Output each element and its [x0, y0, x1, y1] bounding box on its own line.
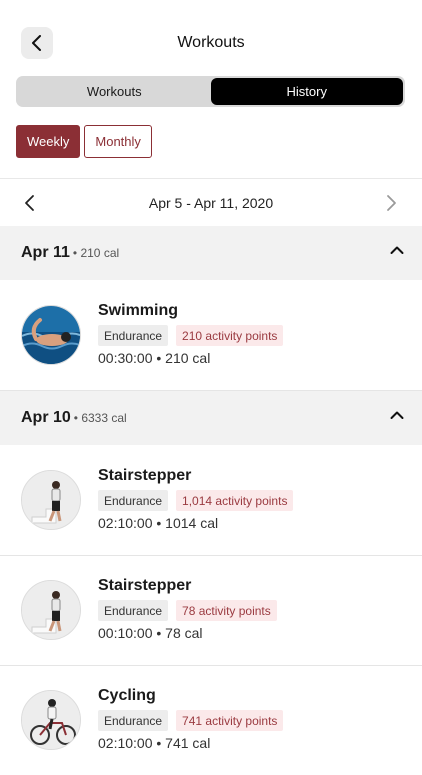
workout-row[interactable]: Stairstepper Endurance 78 activity point… — [0, 555, 422, 666]
next-week-icon[interactable] — [385, 193, 397, 213]
chevron-up-icon[interactable] — [390, 410, 404, 420]
category-badge: Endurance — [98, 490, 169, 511]
weekly-button[interactable]: Weekly — [16, 125, 81, 158]
stairstepper-icon — [21, 470, 81, 530]
category-badge: Endurance — [98, 710, 169, 731]
tab-workouts[interactable]: Workouts — [18, 78, 211, 105]
swimming-icon — [21, 305, 81, 365]
day-calories: • 6333 cal — [73, 411, 127, 425]
workout-stats: 00:30:00 • 210 cal — [98, 350, 211, 366]
day-header[interactable]: Apr 11 • 210 cal — [0, 226, 422, 280]
day-calories: • 210 cal — [72, 246, 120, 260]
day-date: Apr 10 — [21, 409, 71, 426]
segmented-control: Workouts History — [16, 76, 405, 107]
category-badge: Endurance — [98, 325, 169, 346]
day-date: Apr 11 — [21, 244, 70, 261]
header: Workouts — [0, 0, 422, 86]
chevron-up-icon[interactable] — [390, 245, 404, 255]
page-title: Workouts — [177, 34, 245, 51]
tab-history[interactable]: History — [210, 78, 403, 105]
workout-name: Stairstepper — [98, 467, 192, 484]
day-header[interactable]: Apr 10 • 6333 cal — [0, 391, 422, 445]
category-badge: Endurance — [98, 600, 169, 621]
monthly-button[interactable]: Monthly — [84, 125, 152, 158]
points-badge: 1,014 activity points — [176, 490, 294, 511]
workout-name: Stairstepper — [98, 577, 192, 594]
workout-name: Swimming — [98, 302, 179, 319]
date-range-bar: Apr 5 - Apr 11, 2020 — [0, 178, 422, 227]
date-range-label: Apr 5 - Apr 11, 2020 — [148, 195, 274, 211]
workout-row[interactable]: Cycling Endurance 741 activity points 02… — [0, 665, 422, 775]
workout-stats: 02:10:00 • 1014 cal — [98, 515, 219, 531]
cycling-icon — [21, 690, 81, 750]
points-badge: 78 activity points — [176, 600, 277, 621]
points-badge: 210 activity points — [176, 325, 284, 346]
workout-stats: 02:10:00 • 741 cal — [98, 735, 211, 751]
points-badge: 741 activity points — [176, 710, 284, 731]
workout-stats: 00:10:00 • 78 cal — [98, 625, 203, 641]
period-toggle: Weekly Monthly — [16, 125, 152, 158]
stairstepper-icon — [21, 580, 81, 640]
workout-row[interactable]: Stairstepper Endurance 1,014 activity po… — [0, 445, 422, 556]
workout-row[interactable]: Swimming Endurance 210 activity points 0… — [0, 280, 422, 391]
workout-name: Cycling — [98, 687, 156, 704]
